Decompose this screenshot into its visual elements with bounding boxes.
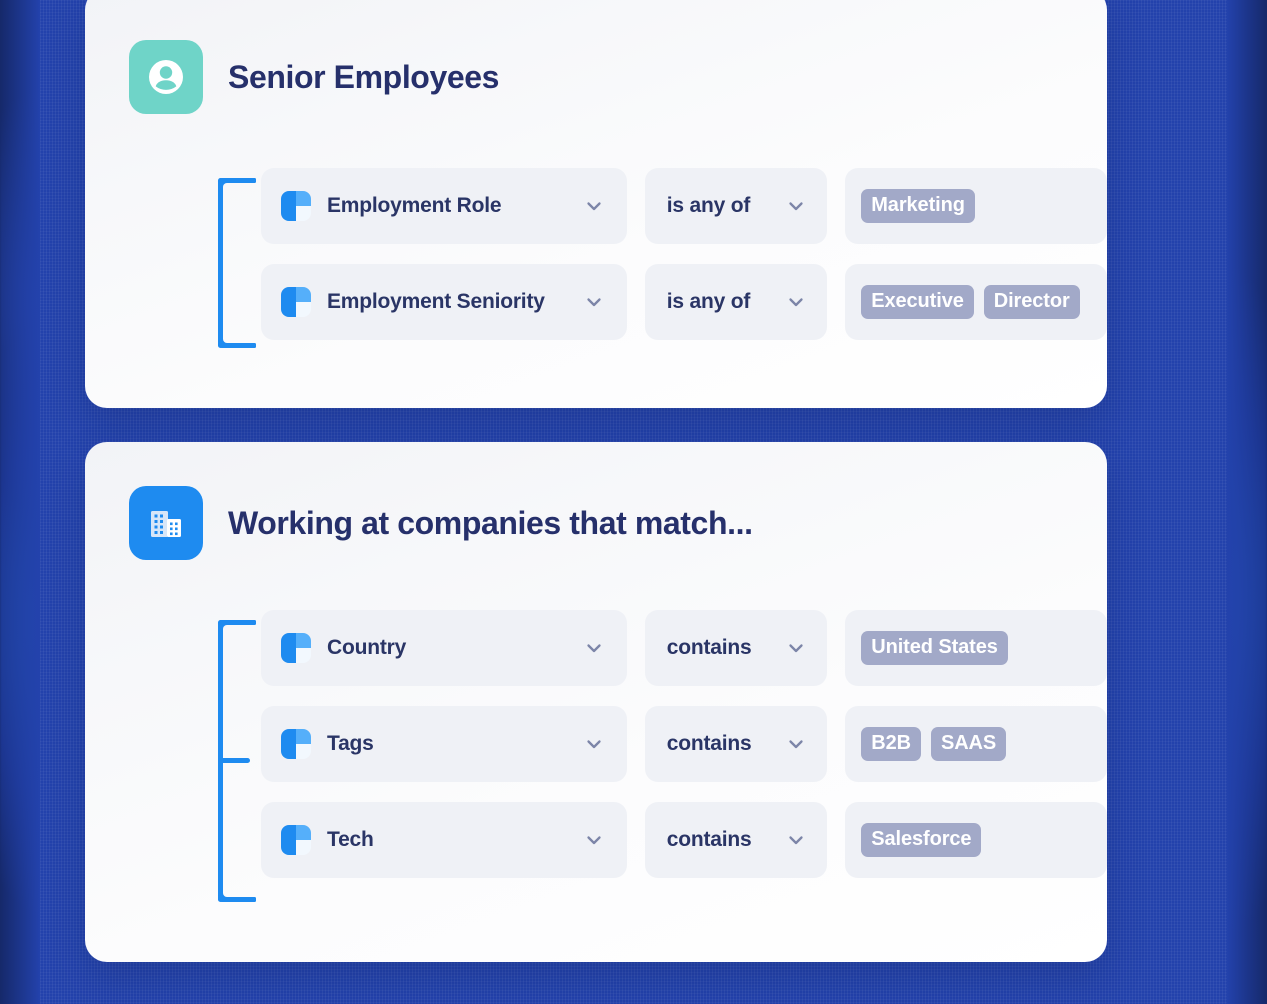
filter-row: Employment Seniority is any of Executive… — [261, 264, 1107, 340]
bracket-cap-bottom — [218, 343, 256, 348]
page-title: Working at companies that match... — [228, 504, 753, 541]
filter-row: Tags contains B2B SAAS — [261, 706, 1107, 782]
operator-selector[interactable]: contains — [644, 802, 828, 878]
screenshot-stage: Senior Employees Employment Role is any … — [0, 0, 1267, 1004]
bracket-corner-bottom — [218, 334, 232, 348]
field-label: Tags — [327, 732, 374, 755]
field-quadrant-icon — [281, 825, 311, 855]
value-selector[interactable]: B2B SAAS — [845, 706, 1107, 782]
person-avatar-icon — [129, 40, 203, 114]
value-tag[interactable]: Director — [983, 285, 1080, 319]
chevron-down-icon[interactable] — [583, 733, 605, 755]
filter-card-companies-match: Working at companies that match... Count… — [85, 442, 1107, 962]
value-selector[interactable]: Executive Director — [845, 264, 1107, 340]
chevron-down-icon[interactable] — [785, 829, 807, 851]
filter-row: Country contains United States — [261, 610, 1107, 686]
bracket-corner-top — [218, 620, 232, 634]
filter-row: Employment Role is any of Marketing — [261, 168, 1107, 244]
field-label: Country — [327, 636, 407, 659]
value-tag[interactable]: Marketing — [861, 189, 975, 223]
chevron-down-icon[interactable] — [785, 733, 807, 755]
value-selector[interactable]: Salesforce — [845, 802, 1107, 878]
operator-selector[interactable]: contains — [644, 706, 828, 782]
operator-label: is any of — [666, 194, 751, 217]
bracket-spine — [218, 620, 223, 902]
filter-card-senior-employees: Senior Employees Employment Role is any … — [85, 0, 1107, 408]
card-header: Working at companies that match... — [85, 442, 1107, 560]
operator-label: contains — [666, 828, 752, 851]
bracket-cap-bottom — [218, 897, 256, 902]
chevron-down-icon[interactable] — [583, 829, 605, 851]
chevron-down-icon[interactable] — [785, 637, 807, 659]
value-tag[interactable]: Executive — [861, 285, 974, 319]
field-quadrant-icon — [281, 191, 311, 221]
operator-selector[interactable]: is any of — [644, 264, 828, 340]
field-selector[interactable]: Tech — [261, 802, 627, 878]
chevron-down-icon[interactable] — [583, 291, 605, 313]
field-quadrant-icon — [281, 633, 311, 663]
filter-row: Tech contains Salesforce — [261, 802, 1107, 878]
bracket-corner-top — [218, 178, 232, 192]
value-selector[interactable]: United States — [845, 610, 1107, 686]
bracket-cap-top — [218, 620, 256, 625]
value-tag[interactable]: SAAS — [930, 727, 1007, 761]
operator-label: is any of — [666, 290, 751, 313]
chevron-down-icon[interactable] — [583, 195, 605, 217]
bracket-stub-middle — [218, 758, 250, 763]
card-header: Senior Employees — [85, 0, 1107, 114]
office-building-icon — [129, 486, 203, 560]
field-label: Employment Seniority — [327, 290, 545, 313]
filter-rows-group: Country contains United States Tags cont… — [85, 610, 1107, 902]
filter-rows-group: Employment Role is any of Marketing Empl… — [85, 168, 1107, 348]
group-bracket — [218, 178, 256, 348]
field-quadrant-icon — [281, 287, 311, 317]
operator-selector[interactable]: is any of — [644, 168, 828, 244]
value-selector[interactable]: Marketing — [845, 168, 1107, 244]
field-selector[interactable]: Employment Seniority — [261, 264, 627, 340]
chevron-down-icon[interactable] — [583, 637, 605, 659]
field-selector[interactable]: Tags — [261, 706, 627, 782]
field-selector[interactable]: Employment Role — [261, 168, 627, 244]
operator-label: contains — [666, 636, 752, 659]
field-quadrant-icon — [281, 729, 311, 759]
operator-label: contains — [666, 732, 752, 755]
bracket-corner-bottom — [218, 888, 232, 902]
field-selector[interactable]: Country — [261, 610, 627, 686]
value-tag[interactable]: B2B — [861, 727, 921, 761]
bracket-spine — [218, 178, 223, 348]
value-tag[interactable]: Salesforce — [861, 823, 982, 857]
field-label: Tech — [327, 828, 374, 851]
page-title: Senior Employees — [228, 58, 500, 95]
chevron-down-icon[interactable] — [785, 195, 807, 217]
group-bracket — [218, 620, 256, 902]
bracket-cap-top — [218, 178, 256, 183]
field-label: Employment Role — [327, 194, 502, 217]
operator-selector[interactable]: contains — [644, 610, 828, 686]
value-tag[interactable]: United States — [861, 631, 1008, 665]
chevron-down-icon[interactable] — [785, 291, 807, 313]
